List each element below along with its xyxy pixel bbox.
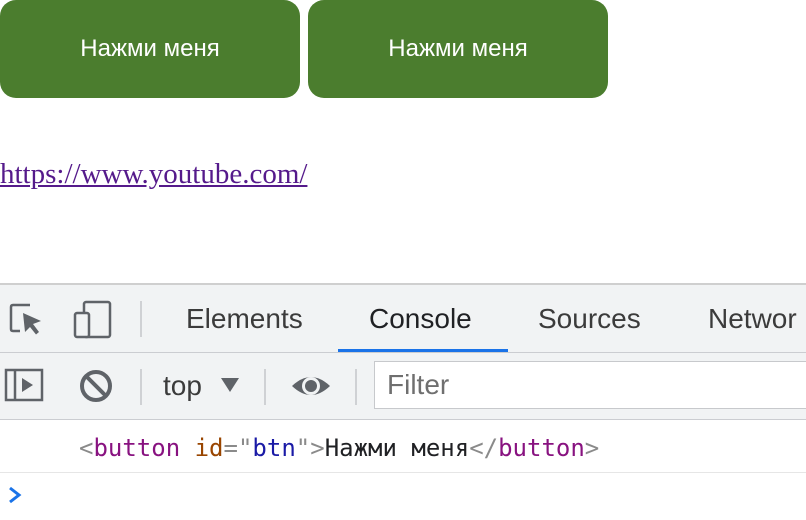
context-selector[interactable]: top bbox=[163, 353, 202, 419]
devtools-tab-bar: Elements Console Sources Networ bbox=[0, 285, 806, 353]
toolbar-divider bbox=[355, 369, 357, 405]
console-prompt-chevron-icon[interactable] bbox=[6, 484, 24, 506]
toolbar-divider bbox=[140, 301, 142, 337]
press-me-button-2[interactable]: Нажми меня bbox=[308, 0, 608, 98]
clear-console-icon[interactable] bbox=[77, 366, 117, 406]
device-toolbar-icon[interactable] bbox=[72, 299, 112, 339]
toolbar-divider bbox=[264, 369, 266, 405]
devtools-panel: Elements Console Sources Networ top Filt… bbox=[0, 283, 806, 520]
press-me-button-1[interactable]: Нажми меня bbox=[0, 0, 300, 98]
youtube-link[interactable]: https://www.youtube.com/ bbox=[0, 158, 307, 191]
log-element-code: <button id="btn">Нажми меня</button> bbox=[79, 434, 600, 462]
console-output: <button id="btn">Нажми меня</button> bbox=[0, 420, 806, 520]
toolbar-divider bbox=[140, 369, 142, 405]
inspect-element-icon[interactable] bbox=[6, 299, 46, 339]
console-log-entry[interactable]: <button id="btn">Нажми меня</button> bbox=[0, 420, 806, 473]
tab-console[interactable]: Console bbox=[369, 285, 472, 352]
live-expression-eye-icon[interactable] bbox=[290, 366, 330, 406]
tab-sources[interactable]: Sources bbox=[538, 285, 641, 352]
sidebar-toggle-icon[interactable] bbox=[4, 366, 44, 406]
tab-network[interactable]: Networ bbox=[708, 285, 797, 352]
console-filter-input[interactable] bbox=[374, 361, 806, 409]
console-toolbar: top bbox=[0, 353, 806, 420]
dropdown-arrow-icon[interactable] bbox=[219, 375, 241, 395]
context-label: top bbox=[163, 370, 202, 401]
tab-elements[interactable]: Elements bbox=[186, 285, 303, 352]
